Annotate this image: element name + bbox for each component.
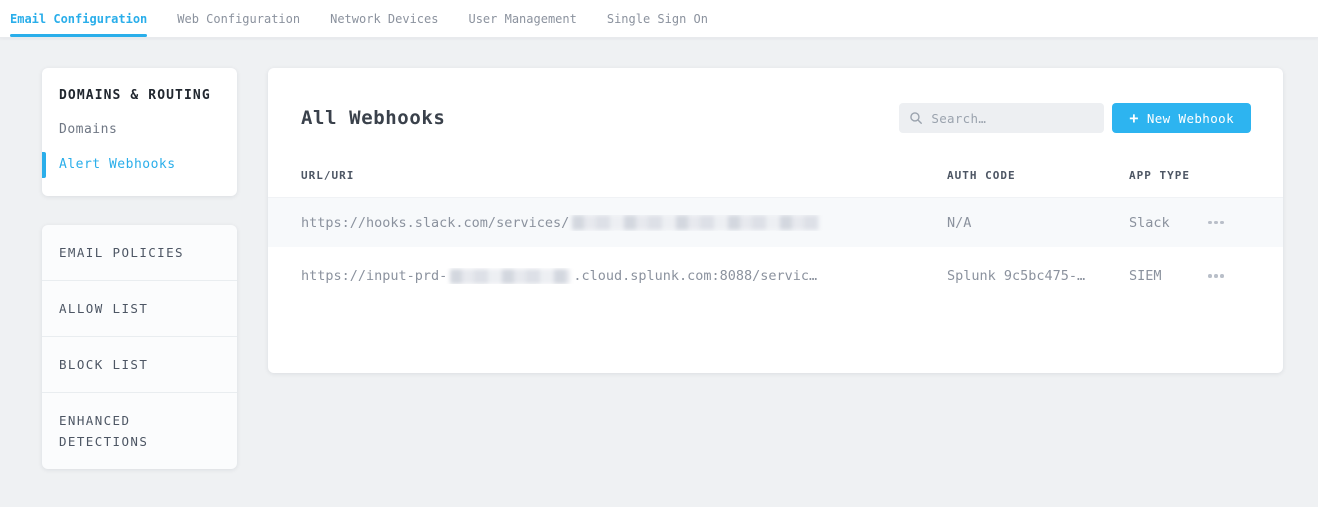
plus-icon: +: [1129, 111, 1138, 126]
table-row: https://input-prd- .cloud.splunk.com:808…: [268, 247, 1283, 305]
webhook-url-text: https://input-prd-: [301, 268, 447, 284]
tab-web-configuration[interactable]: Web Configuration: [177, 0, 300, 37]
column-header-url: URL/URI: [301, 169, 947, 183]
table-row: https://hooks.slack.com/services/ N/A Sl…: [268, 198, 1283, 247]
ellipsis-icon: [1208, 274, 1212, 278]
webhook-url-cell: https://hooks.slack.com/services/: [301, 215, 947, 231]
auth-code-cell: N/A: [947, 215, 1129, 231]
webhook-url-text: https://hooks.slack.com/services/: [301, 215, 569, 231]
tab-single-sign-on[interactable]: Single Sign On: [607, 0, 708, 37]
table-header-row: URL/URI AUTH CODE APP TYPE: [268, 169, 1283, 198]
panel-header: All Webhooks + New Webhook: [268, 68, 1283, 133]
new-webhook-button-label: New Webhook: [1147, 111, 1234, 126]
sidebar-item-block-list[interactable]: BLOCK LIST: [42, 337, 237, 393]
all-webhooks-panel: All Webhooks + New Webhook URL/URI AUTH …: [268, 68, 1283, 373]
sidebar-item-alert-webhooks[interactable]: Alert Webhooks: [42, 157, 237, 173]
sidebar-item-domains[interactable]: Domains: [42, 122, 237, 138]
app-type-cell: Slack: [1129, 215, 1206, 231]
domains-routing-card: DOMAINS & ROUTING Domains Alert Webhooks: [42, 68, 237, 196]
webhook-url-cell: https://input-prd- .cloud.splunk.com:808…: [301, 268, 947, 284]
redacted-blur: [572, 215, 819, 230]
sidebar-item-allow-list[interactable]: ALLOW LIST: [42, 281, 237, 337]
search-box[interactable]: [899, 103, 1104, 133]
redacted-blur: [450, 269, 570, 284]
ellipsis-icon: [1208, 221, 1212, 225]
domains-routing-title: DOMAINS & ROUTING: [42, 88, 237, 103]
tab-user-management[interactable]: User Management: [468, 0, 576, 37]
sidebar-item-email-policies[interactable]: EMAIL POLICIES: [42, 225, 237, 281]
policies-card: EMAIL POLICIES ALLOW LIST BLOCK LIST ENH…: [42, 225, 237, 469]
search-icon: [909, 111, 923, 125]
top-navigation: Email Configuration Web Configuration Ne…: [0, 0, 1318, 38]
column-header-auth-code: AUTH CODE: [947, 169, 1129, 183]
column-header-app-type: APP TYPE: [1129, 169, 1206, 183]
row-menu-button[interactable]: [1206, 215, 1226, 231]
app-type-cell: SIEM: [1129, 268, 1206, 284]
auth-code-cell: Splunk 9c5bc475-…: [947, 268, 1129, 284]
sidebar-item-enhanced-detections[interactable]: ENHANCED DETECTIONS: [42, 393, 237, 469]
tab-network-devices[interactable]: Network Devices: [330, 0, 438, 37]
webhook-url-suffix: .cloud.splunk.com:8088/servic…: [573, 268, 817, 284]
row-menu-button[interactable]: [1206, 268, 1226, 284]
new-webhook-button[interactable]: + New Webhook: [1112, 103, 1251, 133]
tab-email-configuration[interactable]: Email Configuration: [10, 0, 147, 37]
page-title: All Webhooks: [301, 103, 899, 133]
search-input[interactable]: [931, 111, 1091, 126]
